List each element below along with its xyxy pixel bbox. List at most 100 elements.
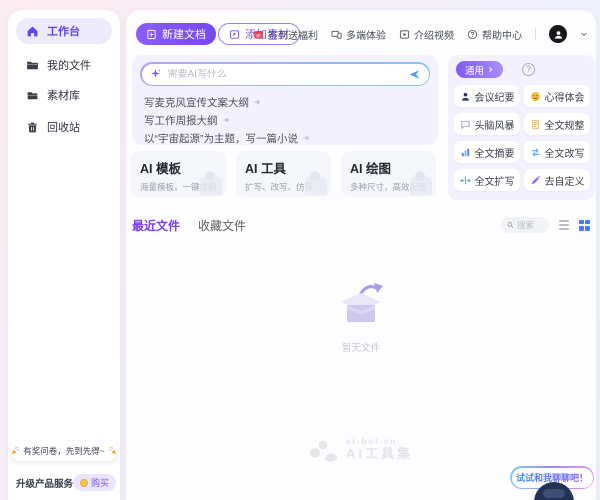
promo-bubble[interactable]: 有奖问卷，先到先得~ [10,441,118,461]
meeting-icon [460,91,471,102]
promo-text: 有奖问卷，先到先得~ [23,445,104,457]
video-icon [399,29,410,40]
pencil-icon [530,175,541,186]
files-tabs-row: 最近文件 收藏文件 [132,216,590,234]
devices-icon [331,29,342,40]
sparkle-icon [150,68,162,80]
home-icon [26,25,39,38]
chevron-down-icon[interactable] [580,30,588,38]
upgrade-label: 升级产品服务 [16,476,73,490]
search-input[interactable] [517,220,543,230]
person-icon [553,29,564,40]
sidebar-item-label: 我的文件 [47,57,91,73]
template-label: 心得体会 [545,89,585,104]
search-icon [507,221,514,229]
template-customize[interactable]: 去自定义 [524,169,590,191]
watermark-name: AI工具集 [346,447,413,461]
list-view-icon[interactable] [559,219,569,232]
card-ai-tools[interactable]: AI 工具 扩写、改写、仿写 [236,151,331,197]
template-meeting-notes[interactable]: 会议纪要 [454,85,520,107]
calendar-icon [253,29,264,40]
card-ai-templates[interactable]: AI 模板 海量模板，一键成稿 [131,151,226,197]
expand-icon [460,175,471,186]
multi-device-label: 多端体验 [346,27,386,42]
card-decoration [305,177,327,195]
ai-prompt-panel: 写麦克风宣传文案大纲 写工作周报大纲 以“宇宙起源”为主题，写一篇小说 [132,55,438,145]
topbar-links: 签到送福利 多端体验 介绍视频 帮助中心 [253,24,588,44]
ai-prompt-input[interactable] [168,69,402,80]
template-rewrite[interactable]: 全文改写 [524,141,590,163]
trash-icon [26,121,39,134]
summary-icon [460,147,471,158]
intro-video-label: 介绍视频 [414,27,454,42]
sidebar: 工作台 我的文件 素材库 回收站 有奖问卷，先到先得~ 升级产品服务 购买 [8,10,120,500]
chevron-right-icon [487,66,494,73]
buy-button[interactable]: 购买 [73,474,116,491]
template-expand[interactable]: 全文扩写 [454,169,520,191]
intro-video-link[interactable]: 介绍视频 [399,27,454,42]
prompt-suggestion[interactable]: 以“宇宙起源”为主题，写一篇小说 [144,131,310,145]
template-summary[interactable]: 全文摘要 [454,141,520,163]
empty-box-illustration [332,278,390,330]
rewrite-icon [530,147,541,158]
card-ai-drawing[interactable]: AI 绘图 多种尺寸，高效配图 [341,151,436,197]
card-decoration [410,177,432,195]
template-label: 全文扩写 [475,173,515,188]
buy-button-label: 购买 [91,476,109,489]
doc-plus-icon [146,29,157,40]
template-tidy-text[interactable]: 全文规整 [524,113,590,135]
template-label: 头脑风暴 [475,117,515,132]
sidebar-item-material-library[interactable]: 素材库 [16,82,112,108]
category-label: 通用 [465,63,484,77]
template-label: 全文改写 [545,145,585,160]
empty-text: 暂无文件 [342,340,380,354]
sidebar-item-recycle-bin[interactable]: 回收站 [16,114,112,140]
sidebar-item-label: 素材库 [47,87,80,103]
prompt-suggestion[interactable]: 写工作周报大纲 [144,113,230,127]
suggestion-text: 写麦克风宣传文案大纲 [144,95,249,110]
material-add-icon [229,29,240,40]
doc-organize-icon [530,119,541,130]
sidebar-item-workspace[interactable]: 工作台 [16,18,112,44]
quick-templates-panel: 通用 ? 会议纪要 心得体会 头脑风暴 全文规整 全文摘要 全文改写 [448,55,595,200]
folder-icon [26,59,39,72]
new-doc-label: 新建文档 [162,26,206,42]
arrow-right-icon [253,98,261,106]
template-label: 全文摘要 [475,145,515,160]
template-label: 全文规整 [545,117,585,132]
watermark-site: ai-bot.cn [346,438,413,447]
tab-recent-files[interactable]: 最近文件 [132,217,180,234]
ai-input-wrap [140,62,430,86]
grid-view-icon[interactable] [579,220,590,231]
help-circle-icon[interactable]: ? [522,63,535,76]
send-icon[interactable] [408,68,421,81]
library-icon [26,89,39,102]
file-search[interactable] [501,217,549,233]
watermark-logo [309,438,339,462]
bubble-icon [460,119,471,130]
template-label: 会议纪要 [475,89,515,104]
sidebar-item-my-files[interactable]: 我的文件 [16,52,112,78]
multi-device-link[interactable]: 多端体验 [331,27,386,42]
suggestion-text: 以“宇宙起源”为主题，写一篇小说 [144,131,298,146]
tab-favorite-files[interactable]: 收藏文件 [198,217,246,234]
checkin-label: 签到送福利 [268,27,318,42]
new-doc-button[interactable]: 新建文档 [136,23,216,45]
checkin-link[interactable]: 签到送福利 [253,27,318,42]
help-icon [467,29,478,40]
suggestion-text: 写工作周报大纲 [144,113,218,128]
category-pill[interactable]: 通用 [456,61,503,78]
card-decoration [200,177,222,195]
arrow-right-icon [302,134,310,142]
sidebar-item-label: 回收站 [47,119,80,135]
arrow-right-icon [222,116,230,124]
party-popper-icon [10,446,20,456]
template-label: 去自定义 [545,173,585,188]
sidebar-item-label: 工作台 [47,23,80,39]
template-brainstorm[interactable]: 头脑风暴 [454,113,520,135]
help-center-link[interactable]: 帮助中心 [467,27,522,42]
upgrade-row: 升级产品服务 购买 [16,474,116,491]
prompt-suggestion[interactable]: 写麦克风宣传文案大纲 [144,95,261,109]
template-reflections[interactable]: 心得体会 [524,85,590,107]
user-avatar[interactable] [549,25,567,43]
